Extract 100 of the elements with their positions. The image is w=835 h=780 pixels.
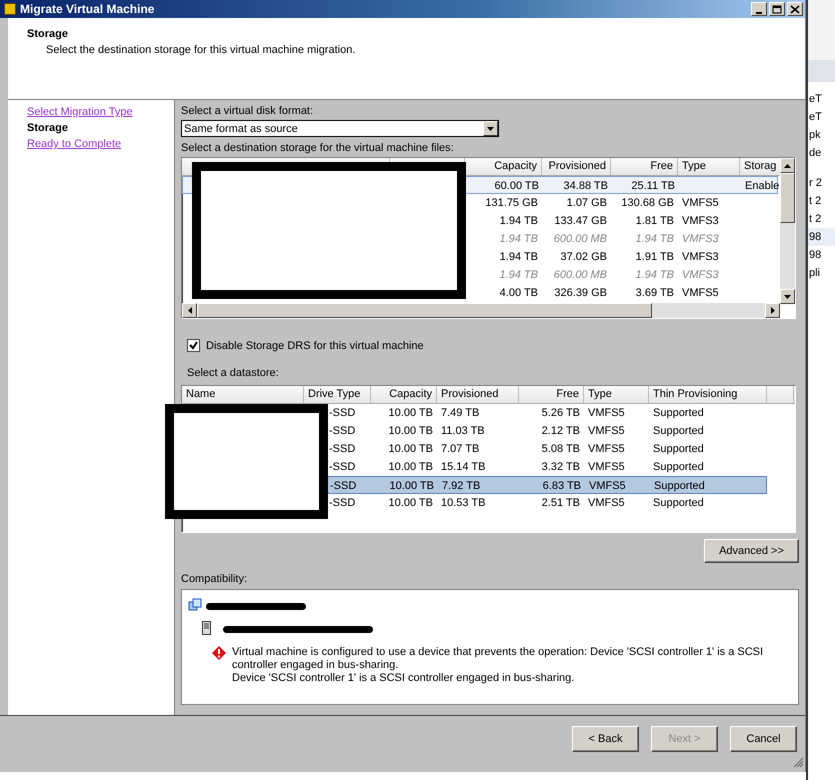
column-header[interactable]: Storag [740,158,780,175]
table-cell-text: 1.91 TB [634,250,675,265]
maximize-icon[interactable] [769,2,785,16]
table-cell-text: 25.11 TB [630,179,676,193]
table-cell-text: 15.14 TB [440,460,486,475]
disk-format-dropdown[interactable]: Same format as source [181,120,499,137]
step-link[interactable]: Storage [27,122,68,135]
column-header[interactable]: Free [611,158,678,175]
table-cell-text: 7.49 TB [440,406,480,421]
vertical-scrollbar[interactable] [780,158,795,304]
table-cell-text: VMFS5 [681,196,720,211]
field-label: Select a destination storage for the virtual machine files: [181,142,455,155]
table-cell-text: 130.68 GB [620,196,675,211]
table-cell-text: 1.94 TB [634,232,675,247]
table-cell-text: 3.69 TB [634,286,675,301]
cancel-button[interactable]: Cancel [730,726,797,752]
table-cell-text: 7.07 TB [440,442,480,457]
table-cell-text: -SSD [328,442,356,457]
advanced-button[interactable]: Advanced >> [704,539,799,563]
scroll-left-button[interactable] [182,303,197,318]
table-cell-text: 1.94 TB [498,250,539,265]
arrow-left-icon [188,307,192,314]
minimize-icon[interactable] [751,2,767,16]
text-fragment: r 2 [808,176,823,191]
column-header[interactable]: Capacity [371,386,437,403]
table-cell-text: VMFS5 [587,496,626,511]
table-cell-text: VMFS5 [587,424,626,439]
text-fragment: eT [808,110,823,125]
error-icon [212,646,226,660]
scroll-up-button[interactable] [780,158,795,173]
close-icon[interactable] [787,2,803,16]
table-cell-text: 1.07 GB [566,196,608,211]
column-header[interactable]: Provisioned [542,158,611,175]
error-message: Device 'SCSI controller 1' is a SCSI controller engaged in bus-sharing. [232,672,576,685]
table-cell-text: 600.00 MB [552,268,608,283]
table-cell-text: VMFS5 [588,479,627,493]
table-cell-text: Supported [652,460,705,475]
horizontal-scrollbar[interactable] [182,303,780,318]
step-link[interactable]: Select Migration Type [27,106,133,119]
table-cell-text: 60.00 TB [494,179,540,193]
table-cell-text: 1.94 TB [634,268,675,283]
error-message: Virtual machine is configured to use a device that prevents the operation: Device 'SCSI controller 1' is a SCSI controller engaged in bus-sharing. [232,646,764,672]
list-header-bar [808,60,835,82]
field-label: Compatibility: [181,573,248,586]
table-cell-text: Enable [744,179,780,193]
table-cell-text: VMFS5 [681,286,720,301]
scroll-right-button[interactable] [765,303,780,318]
table-cell-text: Supported [652,442,705,457]
field-label: Select a virtual disk format: [181,105,314,118]
table-cell-text: 2.51 TB [540,496,581,511]
table-cell-text: VMFS3 [681,250,720,265]
checkbox-label: Disable Storage DRS for this virtual machine [206,340,424,352]
text-fragment: eT [808,92,823,107]
window-title: Migrate Virtual Machine [20,2,156,16]
table-cell-text: -SSD [328,406,356,421]
checkbox[interactable] [187,339,200,352]
text-fragment: t 2 [808,194,822,209]
table-cell-text: 1.94 TB [498,268,539,283]
table-cell-text: 34.88 TB [562,179,609,193]
table-cell-text: 11.03 TB [440,424,486,439]
table-cell-text: -SSD [328,460,356,475]
column-header[interactable]: Drive Type [304,386,371,403]
column-header[interactable]: Thin Provisioning [649,386,767,403]
table-cell-text: Supported [653,479,706,493]
table-cell-text: 3.32 TB [540,460,581,475]
text-fragment: 98 [808,228,835,246]
text-fragment: pli [808,266,822,281]
column-header[interactable]: Type [584,386,649,403]
table-cell-text: 10.53 TB [440,496,486,511]
table-cell-text: 1.81 TB [634,214,675,229]
column-header[interactable]: Type [678,158,740,175]
server-icon [202,621,211,638]
text-fragment: t 2 [808,212,822,227]
page-title: Storage [27,28,69,40]
table-cell-text: VMFS3 [681,214,720,229]
text-fragment: pk [808,128,822,143]
table-cell-text: VMFS3 [681,232,720,247]
table-cell-text: 37.02 GB [560,250,608,265]
column-header[interactable]: Provisioned [437,386,519,403]
table-cell-text: 10.00 TB [388,406,434,421]
table-cell-text: -SSD [328,424,356,439]
table-cell-text: Supported [652,424,705,439]
column-header[interactable]: Free [519,386,584,403]
column-header[interactable]: Name [182,386,304,403]
table-cell-text: VMFS5 [587,460,626,475]
table-cell-text: 5.26 TB [540,406,581,421]
table-cell-text: 10.00 TB [388,496,434,511]
app-icon [4,3,16,15]
arrow-down-icon [784,294,791,298]
scroll-thumb[interactable] [197,303,652,318]
back-button[interactable]: < Back [572,726,639,752]
table-cell-text: Supported [652,496,705,511]
table-cell-text: 326.39 GB [553,286,608,301]
step-link[interactable]: Ready to Complete [27,138,122,151]
arrow-up-icon [784,164,791,168]
scroll-down-button[interactable] [780,289,795,304]
table-cell-text: VMFS5 [587,406,626,421]
table-cell-text: 10.00 TB [388,460,434,475]
text-fragment: 98 [808,248,822,263]
scroll-thumb[interactable] [780,173,795,223]
